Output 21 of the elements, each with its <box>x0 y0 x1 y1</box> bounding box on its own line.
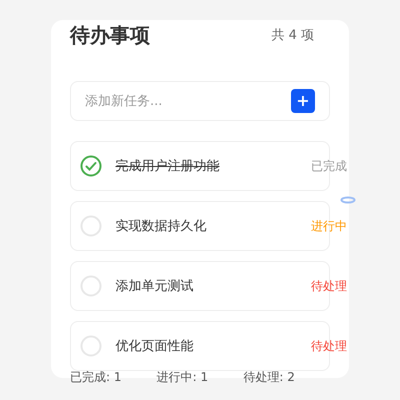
stat-text: 已完成: 1 <box>70 369 122 386</box>
stat-text: 待处理: 2 <box>243 369 296 386</box>
task-text: 完成用户注册功能 <box>116 158 220 175</box>
status-label: 待处理 <box>311 338 347 354</box>
page-title: 待办事项 <box>70 22 150 48</box>
check-icon[interactable] <box>80 155 102 177</box>
ellipse-icon <box>340 196 356 204</box>
task-text: 添加单元测试 <box>116 278 194 295</box>
task-row[interactable]: 实现数据持久化 进行中 <box>70 201 348 251</box>
status-label: 待处理 <box>311 278 347 294</box>
task-text: 实现数据持久化 <box>116 218 206 235</box>
task-row[interactable]: 优化页面性能 待处理 <box>70 321 348 371</box>
status-label: 进行中 <box>311 218 347 234</box>
task-row[interactable]: 添加单元测试 待处理 <box>70 261 348 311</box>
task-text: 优化页面性能 <box>116 338 194 355</box>
task-input[interactable]: 添加新任务... + <box>70 81 330 121</box>
stat-text: 进行中: 1 <box>156 369 210 386</box>
add-button[interactable]: + <box>291 89 315 113</box>
task-count: 共 4 项 <box>271 27 314 44</box>
status-label: 已完成 <box>311 158 347 174</box>
task-row[interactable]: 完成用户注册功能 已完成 <box>70 141 348 191</box>
